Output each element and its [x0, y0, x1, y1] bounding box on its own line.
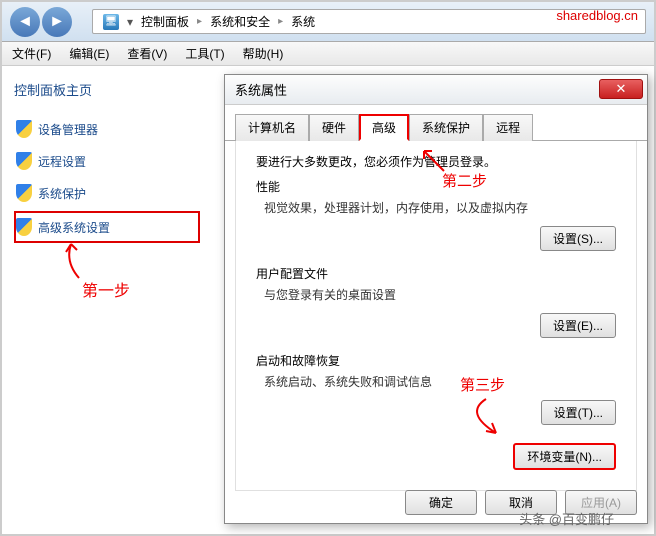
breadcrumb-item[interactable]: 控制面板	[141, 13, 189, 30]
section-desc: 视觉效果，处理器计划，内存使用，以及虚拟内存	[264, 199, 616, 216]
section-title: 性能	[256, 178, 616, 195]
nav-buttons: ◄ ►	[10, 7, 72, 37]
tab-protection[interactable]: 系统保护	[409, 114, 483, 141]
chevron-right-icon: ▸	[278, 16, 283, 27]
sidebar-item-advanced[interactable]: 高级系统设置	[14, 211, 200, 243]
sidebar-title[interactable]: 控制面板主页	[14, 80, 200, 99]
sidebar-item-label: 系统保护	[38, 185, 86, 202]
section-performance: 性能 视觉效果，处理器计划，内存使用，以及虚拟内存 设置(S)...	[256, 178, 616, 251]
annotation-arrow-1	[59, 240, 91, 280]
annotation-step2: 第二步	[442, 170, 487, 191]
section-startup-recovery: 启动和故障恢复 系统启动、系统失败和调试信息 设置(T)...	[256, 352, 616, 425]
settings-performance-button[interactable]: 设置(S)...	[540, 226, 616, 251]
dialog-title: 系统属性	[225, 75, 647, 105]
sidebar-item-protection[interactable]: 系统保护	[14, 177, 200, 209]
menu-file[interactable]: 文件(F)	[12, 45, 51, 62]
sidebar-item-label: 设备管理器	[38, 121, 98, 138]
settings-startup-button[interactable]: 设置(T)...	[541, 400, 616, 425]
chevron-down-icon: ▾	[127, 15, 133, 29]
watermark-top: sharedblog.cn	[556, 8, 638, 23]
annotation-arrow-3	[446, 397, 506, 442]
system-properties-dialog: 系统属性 ✕ 计算机名 硬件 高级 系统保护 远程 要进行大多数更改，您必须作为…	[224, 74, 648, 524]
close-button[interactable]: ✕	[599, 79, 643, 99]
shield-icon	[16, 184, 32, 202]
breadcrumb-item[interactable]: 系统	[291, 13, 315, 30]
sidebar-item-label: 远程设置	[38, 153, 86, 170]
menu-edit[interactable]: 编辑(E)	[69, 45, 109, 62]
menubar: 文件(F) 编辑(E) 查看(V) 工具(T) 帮助(H)	[2, 42, 654, 66]
section-title: 启动和故障恢复	[256, 352, 616, 369]
shield-icon	[16, 218, 32, 236]
menu-view[interactable]: 查看(V)	[127, 45, 167, 62]
tab-hardware[interactable]: 硬件	[309, 114, 359, 141]
tab-strip: 计算机名 硬件 高级 系统保护 远程	[225, 105, 647, 141]
annotation-step3: 第三步	[460, 374, 505, 395]
section-user-profile: 用户配置文件 与您登录有关的桌面设置 设置(E)...	[256, 265, 616, 338]
section-title: 用户配置文件	[256, 265, 616, 282]
sidebar-item-remote[interactable]: 远程设置	[14, 145, 200, 177]
breadcrumb-item[interactable]: 系统和安全	[210, 13, 270, 30]
tab-advanced[interactable]: 高级	[359, 114, 409, 141]
dialog-body: 要进行大多数更改，您必须作为管理员登录。 性能 视觉效果，处理器计划，内存使用，…	[235, 141, 637, 491]
annotation-step1: 第一步	[82, 277, 130, 301]
sidebar-item-label: 高级系统设置	[38, 219, 110, 236]
environment-variables-button[interactable]: 环境变量(N)...	[513, 443, 616, 470]
computer-icon: 🖥	[103, 14, 119, 30]
forward-button[interactable]: ►	[42, 7, 72, 37]
shield-icon	[16, 152, 32, 170]
section-desc: 系统启动、系统失败和调试信息	[264, 373, 616, 390]
shield-icon	[16, 120, 32, 138]
settings-profile-button[interactable]: 设置(E)...	[540, 313, 616, 338]
ok-button[interactable]: 确定	[405, 490, 477, 515]
tab-computer-name[interactable]: 计算机名	[235, 114, 309, 141]
menu-tools[interactable]: 工具(T)	[185, 45, 224, 62]
watermark-bottom: 头条 @百变鹏仔	[519, 509, 614, 528]
section-desc: 与您登录有关的桌面设置	[264, 286, 616, 303]
menu-help[interactable]: 帮助(H)	[243, 45, 284, 62]
chevron-right-icon: ▸	[197, 16, 202, 27]
tab-remote[interactable]: 远程	[483, 114, 533, 141]
sidebar-item-device-manager[interactable]: 设备管理器	[14, 113, 200, 145]
back-button[interactable]: ◄	[10, 7, 40, 37]
